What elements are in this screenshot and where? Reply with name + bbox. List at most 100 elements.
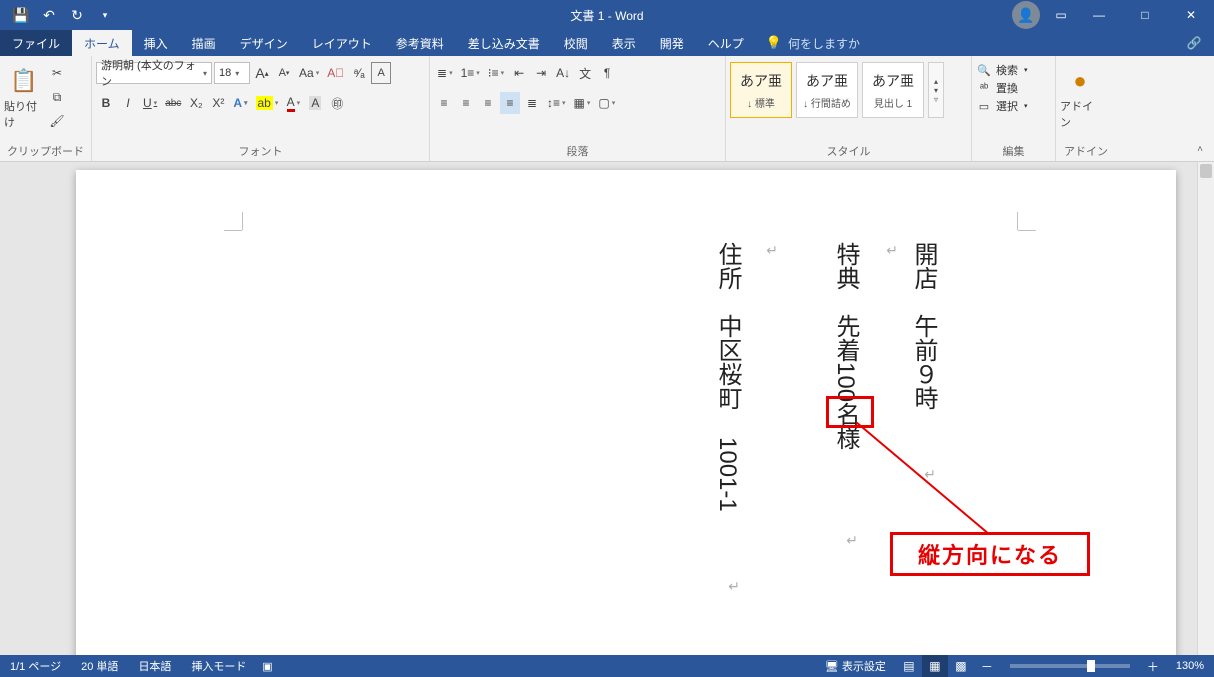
underline-button[interactable]: U▾ <box>140 92 160 114</box>
tell-me-search[interactable]: 💡 何をしますか <box>756 30 870 56</box>
char-border-button[interactable]: A <box>371 62 391 84</box>
qat-customize-icon[interactable]: ▾ <box>92 2 118 28</box>
italic-button[interactable]: I <box>118 92 138 114</box>
style-gallery: あア亜 ↓ 標準 あア亜 ↓ 行間詰め あア亜 見出し 1 ▴▾▿ <box>730 60 944 118</box>
undo-icon[interactable]: ↶ <box>36 2 62 28</box>
align-justify-button[interactable]: ≡ <box>500 92 520 114</box>
group-font: 游明朝 (本文のフォン▾ 18▾ A▴ A▾ Aa▾ A⃠ ᵃ⁄ₐ A B I … <box>92 56 430 161</box>
strike-button[interactable]: abc <box>162 92 184 114</box>
line-spacing-button[interactable]: ↕≡▾ <box>544 92 569 114</box>
vertical-scrollbar[interactable] <box>1197 162 1214 655</box>
bold-button[interactable]: B <box>96 92 116 114</box>
callout-box: 縦方向になる <box>890 532 1090 576</box>
tab-developer[interactable]: 開発 <box>648 30 696 56</box>
group-paragraph: ≣▾ 1≡▾ ⁝≡▾ ⇤ ⇥ A↓ 文 ¶ ≡ ≡ ≡ ≡ ≣ ↕≡▾ ▦▾ ▢… <box>430 56 726 161</box>
char-shading-button[interactable]: A <box>305 92 325 114</box>
style-normal[interactable]: あア亜 ↓ 標準 <box>730 62 792 118</box>
grow-font-button[interactable]: A▴ <box>252 62 272 84</box>
copy-button[interactable]: ⧉ <box>46 86 68 108</box>
display-settings[interactable]: 🖥 表示設定 <box>815 658 896 674</box>
sort-button[interactable]: A↓ <box>553 62 573 84</box>
paste-button[interactable]: 📋 貼り付け <box>4 60 44 130</box>
maximize-button[interactable]: □ <box>1122 0 1168 30</box>
style-heading1[interactable]: あア亜 見出し 1 <box>862 62 924 118</box>
find-button[interactable]: 🔍検索▾ <box>976 62 1028 78</box>
font-color-button[interactable]: A▾ <box>283 92 303 114</box>
status-page[interactable]: 1/1 ページ <box>0 658 71 674</box>
tab-draw[interactable]: 描画 <box>180 30 228 56</box>
title-bar: 💾 ↶ ↻ ▾ 文書 1 - Word 👤 ▭ — □ ✕ <box>0 0 1214 30</box>
increase-indent-button[interactable]: ⇥ <box>531 62 551 84</box>
scrollbar-thumb[interactable] <box>1200 164 1212 178</box>
zoom-level[interactable]: 130% <box>1166 660 1214 672</box>
clear-format-button[interactable]: A⃠ <box>324 62 347 84</box>
shrink-font-button[interactable]: A▾ <box>274 62 294 84</box>
numbering-button[interactable]: 1≡▾ <box>458 62 483 84</box>
ribbon: 📋 貼り付け ✂ ⧉ 🖌 クリップボード 游明朝 (本文のフォン▾ 18▾ A▴… <box>0 56 1214 162</box>
phonetic-guide-button[interactable]: ᵃ⁄ₐ <box>349 62 369 84</box>
superscript-button[interactable]: X² <box>208 92 228 114</box>
ribbon-display-icon[interactable]: ▭ <box>1046 0 1076 30</box>
tab-review[interactable]: 校閲 <box>552 30 600 56</box>
read-mode-button[interactable]: ▤ <box>896 655 922 677</box>
zoom-slider[interactable] <box>1010 664 1130 668</box>
subscript-button[interactable]: X₂ <box>186 92 206 114</box>
tab-home[interactable]: ホーム <box>72 30 132 56</box>
web-layout-button[interactable]: ▩ <box>948 655 974 677</box>
text-line-1[interactable]: 開店 午前９時 <box>904 242 942 410</box>
decrease-indent-button[interactable]: ⇤ <box>509 62 529 84</box>
minimize-button[interactable]: — <box>1076 0 1122 30</box>
font-size-combo[interactable]: 18▾ <box>214 62 250 84</box>
collapse-ribbon-button[interactable]: ˄ <box>1192 141 1208 157</box>
text-effects-button[interactable]: A▾ <box>230 92 250 114</box>
align-bottom-button[interactable]: ≡ <box>478 92 498 114</box>
enclose-char-button[interactable]: ㊞ <box>327 92 347 114</box>
highlight-button[interactable]: ab▾ <box>253 92 282 114</box>
tab-references[interactable]: 参考資料 <box>384 30 456 56</box>
group-editing: 🔍検索▾ ᵃᵇ置換 ▭選択▾ 編集 <box>972 56 1056 161</box>
share-button[interactable]: 🔗 <box>1174 30 1214 56</box>
tab-insert[interactable]: 挿入 <box>132 30 180 56</box>
styles-group-label: スタイル <box>728 143 969 161</box>
font-name-combo[interactable]: 游明朝 (本文のフォン▾ <box>96 62 212 84</box>
shading-button[interactable]: ▦▾ <box>571 92 594 114</box>
tab-mailings[interactable]: 差し込み文書 <box>456 30 552 56</box>
status-language[interactable]: 日本語 <box>128 658 181 674</box>
bullets-button[interactable]: ≣▾ <box>434 62 456 84</box>
multilevel-button[interactable]: ⁝≡▾ <box>485 62 507 84</box>
status-words[interactable]: 20 単語 <box>71 658 128 674</box>
paste-icon: 📋 <box>8 64 40 98</box>
align-center-button[interactable]: ≡ <box>456 92 476 114</box>
borders-button[interactable]: ▢▾ <box>595 92 618 114</box>
print-layout-button[interactable]: ▦ <box>922 655 948 677</box>
redo-icon[interactable]: ↻ <box>64 2 90 28</box>
change-case-button[interactable]: Aa▾ <box>296 62 322 84</box>
close-button[interactable]: ✕ <box>1168 0 1214 30</box>
zoom-out-button[interactable]: － <box>974 655 1000 677</box>
cut-button[interactable]: ✂ <box>46 62 68 84</box>
text-direction-button[interactable]: 文 <box>575 62 595 84</box>
tab-help[interactable]: ヘルプ <box>696 30 756 56</box>
zoom-in-button[interactable]: ＋ <box>1140 655 1166 677</box>
format-painter-button[interactable]: 🖌 <box>46 110 68 132</box>
style-nospacing[interactable]: あア亜 ↓ 行間詰め <box>796 62 858 118</box>
document-page[interactable]: 開店 午前９時 特典 先着100名様 住所 中区桜町 1001-1 ↵ ↵ ↵ … <box>76 170 1176 655</box>
tab-design[interactable]: デザイン <box>228 30 300 56</box>
tab-file[interactable]: ファイル <box>0 30 72 56</box>
save-icon[interactable]: 💾 <box>8 2 34 28</box>
status-mode[interactable]: 挿入モード <box>181 658 256 674</box>
text-line-3[interactable]: 住所 中区桜町 1001-1 <box>708 242 746 512</box>
replace-button[interactable]: ᵃᵇ置換 <box>976 80 1028 96</box>
addins-button[interactable]: ● アドイン <box>1060 60 1100 130</box>
select-button[interactable]: ▭選択▾ <box>976 98 1028 114</box>
style-gallery-more[interactable]: ▴▾▿ <box>928 62 944 118</box>
macro-recording-icon[interactable]: ▣ <box>256 660 278 673</box>
distribute-button[interactable]: ≣ <box>522 92 542 114</box>
show-marks-button[interactable]: ¶ <box>597 62 617 84</box>
account-icon[interactable]: 👤 <box>1012 1 1040 29</box>
zoom-slider-thumb[interactable] <box>1087 660 1095 672</box>
tab-layout[interactable]: レイアウト <box>300 30 384 56</box>
align-top-button[interactable]: ≡ <box>434 92 454 114</box>
font-group-label: フォント <box>94 143 427 161</box>
tab-view[interactable]: 表示 <box>600 30 648 56</box>
